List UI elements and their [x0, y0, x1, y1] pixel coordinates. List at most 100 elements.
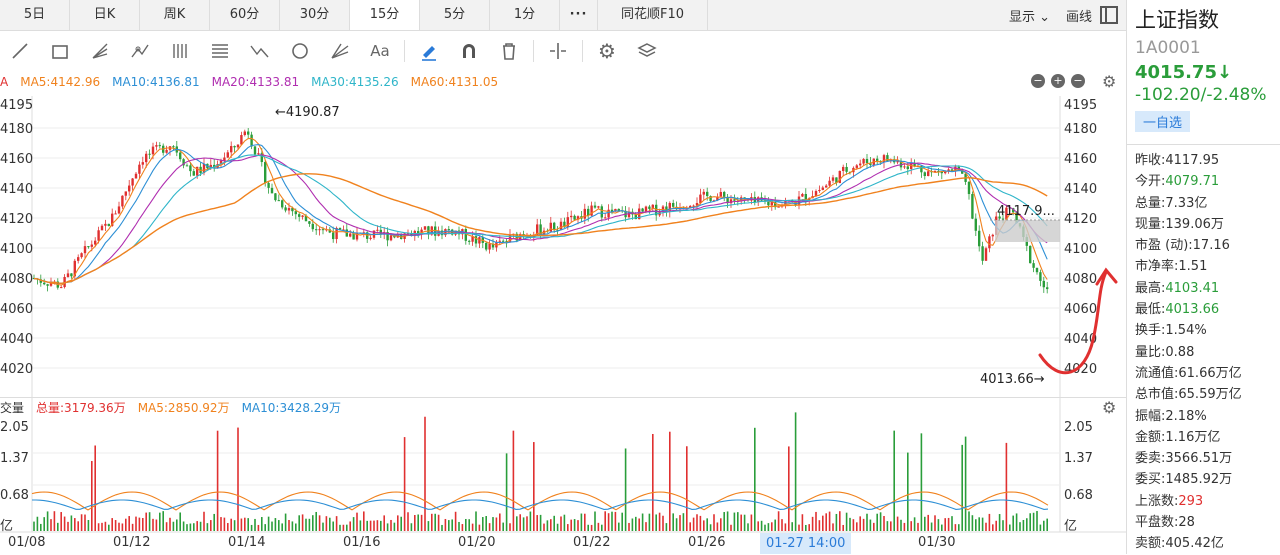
candle-body	[967, 181, 971, 195]
candle-body	[104, 223, 107, 226]
stat-label: 现量:	[1135, 216, 1166, 232]
volume-bar	[376, 520, 379, 531]
volume-bar	[764, 524, 766, 531]
stat-value: 293	[1178, 493, 1204, 509]
candle-body	[859, 163, 862, 166]
price-axis-label: 4195	[0, 98, 33, 113]
volume-bar	[471, 523, 474, 531]
volume-bar	[91, 460, 93, 531]
volume-bar	[584, 513, 586, 531]
stat-value: 1.54%	[1165, 323, 1207, 339]
volume-bar	[580, 513, 583, 531]
volume-bar	[373, 520, 375, 531]
volume-bar	[444, 518, 447, 531]
stat-value: 65.59万亿	[1178, 387, 1242, 403]
volume-bar	[329, 517, 331, 531]
volume-bar	[125, 518, 127, 531]
volume-bar	[512, 430, 515, 531]
volume-bar	[356, 512, 358, 531]
crosshair-price-box	[995, 220, 1060, 242]
volume-bar	[468, 519, 470, 531]
price-change: -102.20/-2.48%	[1135, 85, 1267, 105]
volume-axis-label: 亿	[0, 519, 13, 534]
volume-bar	[672, 513, 674, 531]
volume-bar	[876, 513, 878, 531]
candle-body	[46, 284, 49, 286]
volume-bar	[526, 516, 528, 531]
volume-bar	[114, 520, 117, 531]
stat-value: 7.33亿	[1165, 195, 1208, 211]
add-watchlist-button[interactable]: 一自选	[1135, 111, 1191, 132]
candle-body	[485, 242, 488, 250]
volume-bar	[281, 523, 283, 531]
kline-chart[interactable]: 4195 4195 4180 4180 4160 4160 4140 4140 4120 4120…	[0, 0, 1126, 554]
volume-bar	[947, 517, 950, 531]
candle-body	[141, 162, 144, 165]
candle-body	[151, 146, 155, 155]
candle-body	[165, 149, 168, 153]
volume-bar	[237, 427, 239, 531]
candle-body	[66, 273, 70, 277]
volume-bar	[121, 523, 124, 531]
stat-row: 市净率: 1.51	[1127, 256, 1280, 277]
volume-bar	[985, 522, 987, 531]
stat-label: 金额:	[1135, 429, 1166, 445]
candle-body	[308, 221, 311, 224]
volume-bar	[556, 523, 559, 531]
candle-body	[243, 131, 246, 136]
volume-bar	[890, 521, 892, 531]
volume-bar	[1043, 520, 1045, 531]
volume-bar	[652, 433, 654, 531]
date-tick: 01/08	[8, 535, 46, 550]
volume-bar	[448, 520, 450, 531]
candle-body	[131, 178, 134, 186]
candle-body	[172, 146, 175, 148]
price-axis-label: 4160	[0, 152, 33, 167]
stat-value: 405.42亿	[1165, 536, 1224, 552]
volume-bar	[60, 512, 62, 531]
date-tick: 01/26	[688, 535, 726, 550]
volume-bar	[250, 524, 253, 531]
stat-value: 139.06万	[1165, 216, 1224, 232]
candle-body	[706, 191, 709, 197]
candle-body	[349, 233, 352, 237]
candle-body	[376, 229, 379, 231]
volume-bar	[495, 517, 498, 531]
candle-body	[770, 202, 773, 206]
volume-bar	[879, 512, 882, 531]
volume-bar	[291, 521, 294, 531]
volume-bar	[937, 519, 940, 531]
volume-bar	[264, 524, 266, 531]
volume-bar	[223, 517, 226, 531]
volume-bar	[635, 516, 637, 531]
volume-bar	[206, 523, 209, 531]
volume-bar	[478, 524, 481, 531]
stat-row: 昨收: 4117.95	[1127, 150, 1280, 171]
candle-body	[80, 253, 83, 258]
volume-bar	[339, 524, 341, 531]
volume-bar	[288, 519, 290, 531]
volume-bar	[648, 513, 651, 531]
volume-bar	[386, 523, 389, 531]
volume-bar	[148, 512, 151, 531]
volume-bar	[978, 517, 980, 531]
volume-bar	[689, 522, 691, 531]
candle-body	[862, 158, 865, 164]
volume-bar	[335, 516, 338, 531]
volume-bar	[730, 524, 732, 531]
volume-bar	[295, 523, 297, 531]
stat-row: 委卖: 3566.51万	[1127, 448, 1280, 469]
candle-body	[121, 195, 124, 207]
candle-body	[60, 287, 63, 289]
volume-bar	[815, 511, 817, 531]
candle-body	[287, 208, 291, 211]
volume-bar	[590, 524, 593, 531]
volume-bar	[866, 513, 868, 531]
candle-body	[192, 171, 195, 176]
volume-bar	[274, 518, 277, 531]
candle-body	[298, 214, 301, 217]
volume-bar	[703, 520, 705, 531]
candle-body	[107, 223, 110, 226]
candle-body	[281, 200, 284, 208]
volume-bar	[852, 519, 855, 531]
